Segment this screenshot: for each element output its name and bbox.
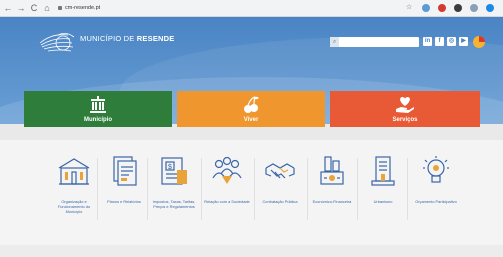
divider [97,158,98,220]
divider [357,158,358,220]
youtube-icon[interactable]: ▶ [459,37,468,46]
extension-icon[interactable] [422,4,430,12]
star-icon[interactable]: ☆ [406,3,414,11]
divider [147,158,148,220]
service-impostos[interactable]: $ Impostos, Taxas, Tarifas, Preços e Reg… [151,154,197,209]
tile-viver[interactable]: Viver [177,91,325,127]
divider [307,158,308,220]
site-brand[interactable]: MUNICÍPIO DE RESENDE [80,34,174,43]
service-label: Planos e Relatórios [107,199,141,204]
lightbulb-icon [423,156,449,183]
divider [407,158,408,220]
service-label: Económico-Financeira [312,199,352,204]
lock-icon [58,6,62,10]
extension-icon[interactable] [454,4,462,12]
profile-avatar[interactable] [486,4,494,12]
service-label: Urbanismo [373,199,393,204]
service-urbanismo[interactable]: Urbanismo [360,154,406,204]
urban-buildings-icon [371,156,395,186]
service-planos[interactable]: Planos e Relatórios [101,154,147,204]
finance-chart-icon [320,156,344,185]
service-economico[interactable]: Económico-Financeira [309,154,355,204]
service-label: Organização e Funcionamento do Município [57,199,91,214]
cherries-icon [244,96,259,113]
back-arrow-icon[interactable]: ← [3,2,13,14]
service-label: Orçamento Participativo [415,199,457,204]
footer-band [0,245,503,257]
municipal-logo-icon[interactable] [38,29,78,57]
instagram-icon[interactable]: ◎ [447,37,456,46]
tile-servicos[interactable]: Serviços [330,91,480,127]
handshake-icon [265,163,295,179]
service-label: Impostos, Taxas, Tarifas, Preços e Regul… [152,199,196,209]
brand-prefix: MUNICÍPIO DE [80,34,135,43]
facebook-icon[interactable]: f [435,37,444,46]
tile-label: Serviços [392,117,418,123]
service-orcamento[interactable]: Orçamento Participativo [413,154,459,204]
svg-text:$: $ [168,164,172,171]
service-label: Contratação Pública [262,199,298,204]
tile-municipio[interactable]: Município [24,91,172,127]
divider [254,158,255,220]
tax-documents-icon: $ [161,157,187,185]
people-group-icon [212,156,242,184]
linkedin-icon[interactable]: in [423,37,432,46]
divider [201,158,202,220]
service-label: Relação com a Sociedade [204,199,250,204]
forward-arrow-icon[interactable]: → [16,2,26,14]
buildings-icon [58,158,90,185]
tile-label: Viver [243,117,259,123]
address-bar[interactable]: cm-resende.pt [58,5,100,11]
service-relacao[interactable]: Relação com a Sociedade [204,154,250,204]
reload-icon[interactable]: C [29,2,39,14]
transparency-section: Organização e Funcionamento do Município… [0,140,503,245]
search-icon[interactable]: ⌕ [330,37,339,47]
service-contratacao[interactable]: Contratação Pública [257,154,303,204]
browser-toolbar: ← → C ⌂ cm-resende.pt ☆ [0,0,503,17]
tile-label: Município [84,117,112,123]
extension-icon[interactable] [438,4,446,12]
search-box[interactable]: ⌕ [330,37,419,47]
brand-name: RESENDE [136,34,175,43]
town-hall-icon [90,96,106,113]
accessibility-icon[interactable] [472,35,486,49]
home-icon[interactable]: ⌂ [42,2,52,14]
service-organizacao[interactable]: Organização e Funcionamento do Município [51,154,97,214]
puzzle-icon[interactable] [470,4,478,12]
heart-hand-icon [396,97,414,113]
url-text: cm-resende.pt [65,5,101,11]
documents-icon [113,156,137,186]
